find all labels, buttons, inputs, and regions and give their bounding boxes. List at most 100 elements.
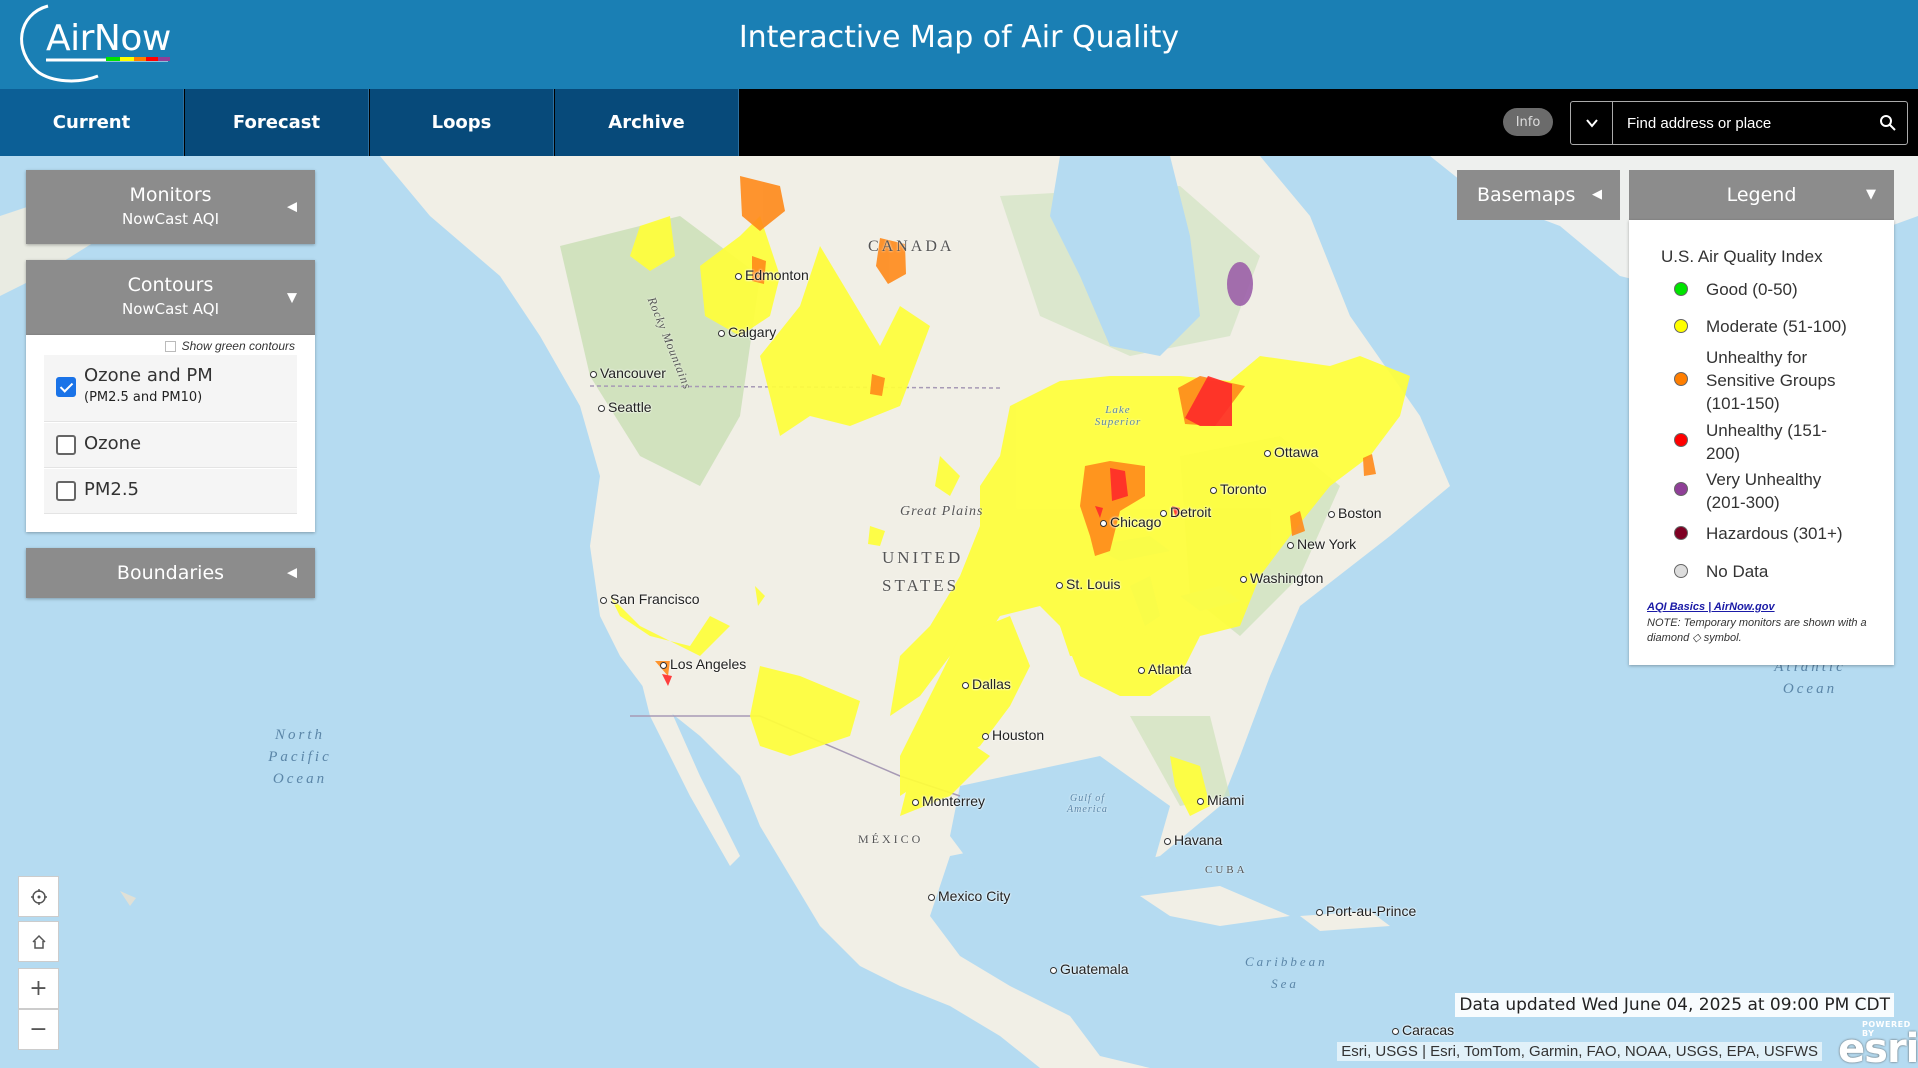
show-green-contours-toggle[interactable]: Show green contours [164,339,295,353]
tab-loops[interactable]: Loops [370,89,554,156]
option-ozone[interactable]: Ozone [44,423,297,468]
swatch-dot [1674,372,1688,386]
city-label: Dallas [972,676,1011,692]
legend-label: Very Unhealthy (201-300) [1706,470,1822,512]
region-label: UNITED STATES [882,548,964,595]
boundaries-title: Boundaries [116,562,225,584]
plus-icon: + [29,976,48,1001]
tab-archive[interactable]: Archive [555,89,739,156]
swatch-dot [1674,482,1688,496]
swatch-dot [1674,319,1688,333]
city-label: Havana [1174,832,1223,848]
checkbox[interactable] [56,435,76,455]
data-updated-timestamp: Data updated Wed June 04, 2025 at 09:00 … [1455,993,1894,1017]
swatch-dot [1674,526,1688,540]
city-label: Washington [1250,570,1324,586]
legend-header-label: Legend [1726,184,1797,206]
city-label: Edmonton [745,267,809,283]
checkbox-icon [164,341,176,353]
show-green-label: Show green contours [181,339,295,353]
city-label: Los Angeles [670,656,747,672]
city-label: Seattle [608,399,652,415]
contours-title: Contours [127,274,214,296]
ocean-label: Caribbean Sea [1245,954,1328,991]
city-label: Atlanta [1148,661,1192,677]
tab-forecast[interactable]: Forecast [185,89,369,156]
checkbox-checked[interactable] [56,377,76,397]
legend-label: Hazardous (301+) [1706,524,1843,543]
esri-logo[interactable]: POWERED BY esri [1832,1020,1918,1068]
search-icon[interactable] [1879,114,1897,132]
option-label: PM2.5 [84,479,140,500]
page-title: Interactive Map of Air Quality [738,20,1180,55]
home-button[interactable] [18,921,59,962]
city-label: New York [1297,536,1357,552]
monitors-subtitle: NowCast AQI [121,210,220,228]
city-label: Vancouver [600,365,666,381]
city-label: St. Louis [1066,576,1121,592]
city-label: Chicago [1110,514,1162,530]
contours-panel-body: Show green contours Ozone and PM (PM2.5 … [26,335,315,532]
ocean-label: North Pacific Ocean [268,727,332,787]
expand-down-icon: ▼ [1866,187,1876,202]
boundaries-panel-header[interactable]: Boundaries ◀ [26,548,315,598]
option-sublabel: (PM2.5 and PM10) [84,390,203,405]
legend-title: U.S. Air Quality Index [1661,247,1823,266]
option-label: Ozone and PM [84,365,213,386]
legend-label: Unhealthy for Sensitive Groups (101-150) [1706,348,1836,413]
contours-subtitle: NowCast AQI [121,300,220,318]
city-label: Monterrey [922,793,986,809]
home-icon [31,934,46,949]
aqi-basics-link[interactable]: AQI Basics | AirNow.gov [1647,601,1775,613]
expand-down-icon: ▼ [287,290,297,305]
esri-wordmark: esri [1838,1026,1918,1068]
collapse-left-icon: ◀ [1592,187,1602,202]
locate-icon [30,888,47,905]
basemaps-label: Basemaps [1477,184,1576,206]
swatch-dot [1674,282,1688,296]
city-label: Calgary [728,324,777,340]
city-label: Houston [992,727,1045,743]
minus-icon: − [29,1017,48,1042]
city-label: San Francisco [610,591,700,607]
monitors-panel-header[interactable]: Monitors NowCast AQI ◀ [26,170,315,244]
collapse-left-icon: ◀ [287,565,297,581]
zoom-in-button[interactable]: + [18,968,59,1009]
locate-button[interactable] [18,876,59,917]
option-ozone-and-pm[interactable]: Ozone and PM (PM2.5 and PM10) [44,355,297,422]
city-label: Guatemala [1060,961,1129,977]
region-label: Lake Superior [1094,404,1142,428]
region-label: Great Plains [900,504,984,519]
city-label: Mexico City [938,888,1011,904]
header-bar: AirNow Interactive Map of Air Quality [0,0,1918,89]
contours-panel-header[interactable]: Contours NowCast AQI ▼ [26,260,315,335]
city-label: Toronto [1220,481,1267,497]
search-box [1570,101,1908,145]
airnow-app: AirNow Interactive Map of Air Quality Cu… [0,0,1918,1068]
legend-label: Unhealthy (151-200) [1706,421,1827,463]
tab-current[interactable]: Current [0,89,184,156]
search-source-dropdown[interactable] [1571,102,1613,144]
zoom-out-button[interactable]: − [18,1009,59,1050]
city-label: Miami [1207,792,1245,808]
region-label: Gulf of America [1067,793,1108,815]
region-label: CANADA [868,238,955,255]
info-button[interactable]: Info [1503,108,1553,136]
legend-header[interactable]: Legend ▼ [1629,170,1894,220]
chevron-down-icon [1585,119,1598,128]
region-label: MÉXICO [858,832,924,846]
search-input[interactable] [1615,102,1865,144]
swatch-dot [1674,433,1688,447]
legend-label: Good (0-50) [1706,280,1798,299]
map-attribution[interactable]: Esri, USGS | Esri, TomTom, Garmin, FAO, … [1337,1042,1822,1061]
option-label: Ozone [84,433,142,454]
checkbox[interactable] [56,481,76,501]
city-label: Caracas [1402,1022,1455,1038]
city-label: Detroit [1170,504,1212,520]
city-label: Ottawa [1274,444,1319,460]
legend-panel: U.S. Air Quality Index Good (0-50) Moder… [1629,220,1894,665]
city-label: Port-au-Prince [1326,903,1417,919]
basemaps-button[interactable]: Basemaps ◀ [1457,170,1620,220]
option-pm25[interactable]: PM2.5 [44,469,297,514]
city-label: Boston [1338,505,1382,521]
